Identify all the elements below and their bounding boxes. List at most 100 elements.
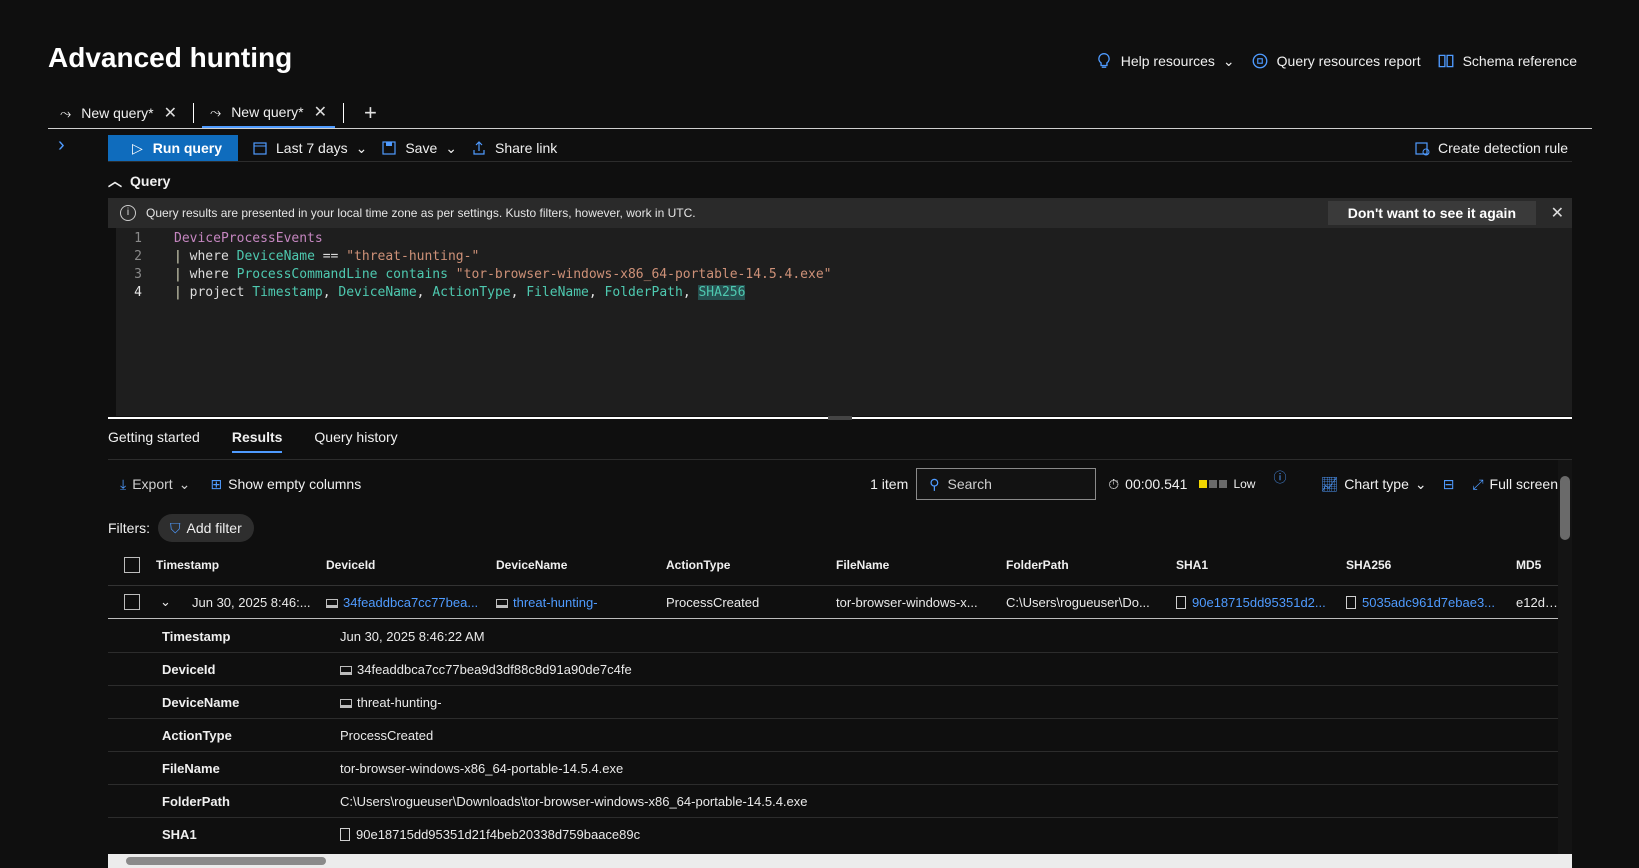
tab-divider: [192, 103, 194, 123]
table-settings-icon[interactable]: ⊟: [1443, 476, 1455, 493]
duration-value: 00:00.541: [1125, 476, 1188, 492]
code-line: 2 | where DeviceName == "threat-hunting-": [116, 247, 479, 266]
tab-results[interactable]: Results: [231, 426, 283, 453]
tab-label: New query*: [81, 105, 154, 121]
code-string: "threat-hunting-": [346, 249, 480, 264]
tab-new-query-1[interactable]: ⤳ New query* ✕: [52, 98, 185, 128]
code-table: DeviceProcessEvents: [174, 231, 323, 246]
splitter-handle[interactable]: [828, 416, 852, 420]
horizontal-scrollbar[interactable]: [108, 854, 1572, 868]
cell-filename: tor-browser-windows-x...: [836, 594, 978, 610]
code-column: DeviceName: [338, 285, 417, 300]
close-icon[interactable]: ✕: [1551, 203, 1564, 223]
stopwatch-icon: ⏱: [1108, 475, 1120, 492]
column-header-sha1[interactable]: SHA1: [1176, 558, 1208, 572]
cell-sha1[interactable]: 90e18715dd95351d2...: [1176, 595, 1338, 610]
save-dropdown[interactable]: Save ⌄: [381, 140, 457, 157]
code-operator: contains: [385, 267, 448, 282]
code-keyword: where: [189, 267, 229, 282]
detail-key: SHA1: [162, 827, 197, 842]
add-tab-icon[interactable]: +: [364, 100, 377, 126]
query-icon: ⤳: [209, 103, 222, 120]
full-screen-label: Full screen: [1489, 476, 1558, 492]
schema-reference-label: Schema reference: [1462, 53, 1577, 69]
select-all-checkbox[interactable]: [124, 557, 140, 573]
query-section-label: Query: [130, 173, 171, 189]
search-input[interactable]: ⚲ Search: [916, 468, 1097, 500]
calendar-icon: [253, 142, 267, 155]
query-resources-report-button[interactable]: Query resources report: [1251, 52, 1421, 70]
detail-value-link[interactable]: 34feaddbca7cc77bea9d3df88c8d91a90de7c4fe: [340, 662, 632, 677]
column-header-md5[interactable]: MD5: [1516, 558, 1541, 572]
expand-icon: ⤢: [1472, 475, 1484, 492]
help-resources-button[interactable]: Help resources ⌄: [1095, 52, 1235, 70]
show-empty-columns-toggle[interactable]: ⊞ Show empty columns: [210, 476, 361, 493]
chevron-down-icon: ⌄: [1414, 475, 1427, 492]
dismiss-banner-button[interactable]: Don't want to see it again: [1327, 201, 1536, 225]
cell-deviceid[interactable]: 34feaddbca7cc77bea...: [326, 595, 488, 610]
report-icon: [1252, 53, 1268, 69]
line-number: 3: [134, 267, 142, 282]
column-header-deviceid[interactable]: DeviceId: [326, 558, 375, 572]
query-icon: ⤳: [60, 104, 72, 121]
file-icon: [340, 828, 350, 841]
chart-type-dropdown[interactable]: 📈︎ Chart type ⌄: [1320, 476, 1426, 493]
horizontal-scrollbar-thumb[interactable]: [126, 857, 326, 865]
detail-key: ActionType: [162, 727, 232, 743]
close-icon[interactable]: ✕: [164, 103, 177, 123]
tab-query-history[interactable]: Query history: [314, 426, 397, 453]
column-header-filename[interactable]: FileName: [836, 558, 889, 572]
result-count: 1 item: [870, 476, 909, 492]
toolbar-divider: [108, 161, 1572, 162]
cell-devicename[interactable]: threat-hunting-: [496, 595, 658, 610]
table-row[interactable]: ⌄ Jun 30, 2025 8:46:... 34feaddbca7cc77b…: [108, 585, 1558, 619]
time-range-dropdown[interactable]: Last 7 days ⌄: [252, 140, 367, 157]
column-header-folderpath[interactable]: FolderPath: [1006, 558, 1069, 572]
chevron-down-icon: ⌄: [445, 139, 457, 156]
code-keyword: where: [189, 249, 229, 264]
info-icon[interactable]: ⓘ: [1273, 467, 1286, 486]
detail-value-link[interactable]: 90e18715dd95351d21f4beb20338d759baace89c: [340, 827, 640, 842]
code-column: FolderPath: [604, 285, 683, 300]
share-link-button[interactable]: Share link: [471, 140, 557, 156]
run-query-button[interactable]: ▷ Run query: [108, 135, 238, 161]
download-icon: ⤓: [120, 475, 127, 492]
tab-getting-started[interactable]: Getting started: [108, 426, 200, 453]
column-header-timestamp[interactable]: Timestamp: [156, 558, 219, 572]
chart-icon: 📈︎: [1320, 475, 1339, 492]
search-icon: ⚲: [929, 475, 940, 492]
file-icon: [1346, 595, 1356, 609]
query-toolbar: ▷ Run query Last 7 days ⌄ Save ⌄ Share l…: [108, 134, 1568, 162]
grid-header: Timestamp DeviceId DeviceName ActionType…: [108, 550, 1558, 580]
detail-value: Jun 30, 2025 8:46:22 AM: [340, 628, 485, 644]
add-filter-label: Add filter: [186, 520, 242, 536]
filters-label: Filters:: [108, 520, 150, 536]
chevron-right-icon[interactable]: ›: [58, 134, 65, 157]
query-section-toggle[interactable]: ︿ Query: [108, 171, 170, 191]
create-detection-rule-button[interactable]: Create detection rule: [1414, 140, 1568, 156]
full-screen-button[interactable]: ⤢ Full screen: [1472, 476, 1558, 493]
detail-value: ProcessCreated: [340, 727, 434, 743]
usage-label: Low: [1233, 477, 1256, 491]
device-icon: [340, 698, 352, 708]
query-editor[interactable]: 1 DeviceProcessEvents 2 | where DeviceName…: [116, 228, 1572, 416]
share-link-label: Share link: [495, 140, 558, 156]
vertical-scrollbar-thumb[interactable]: [1560, 476, 1570, 540]
schema-reference-button[interactable]: Schema reference: [1437, 52, 1577, 70]
detail-value-link[interactable]: threat-hunting-: [340, 695, 442, 710]
column-header-sha256[interactable]: SHA256: [1346, 558, 1391, 572]
time-range-label: Last 7 days: [276, 140, 348, 156]
tab-new-query-2[interactable]: ⤳ New query* ✕: [201, 98, 335, 128]
close-icon[interactable]: ✕: [314, 102, 327, 122]
cell-md5: e12dd5: [1516, 594, 1558, 610]
column-header-devicename[interactable]: DeviceName: [496, 558, 567, 572]
add-filter-button[interactable]: ⛉ Add filter: [158, 514, 254, 542]
row-checkbox[interactable]: [124, 594, 140, 610]
detail-key: FolderPath: [162, 793, 230, 809]
expand-row-icon[interactable]: ⌄: [160, 594, 171, 610]
export-dropdown[interactable]: ⤓ Export ⌄: [120, 476, 190, 493]
export-label: Export: [132, 476, 173, 492]
column-header-actiontype[interactable]: ActionType: [666, 558, 730, 572]
usage-meter: [1199, 480, 1228, 488]
cell-sha256[interactable]: 5035adc961d7ebae3...: [1346, 595, 1508, 610]
